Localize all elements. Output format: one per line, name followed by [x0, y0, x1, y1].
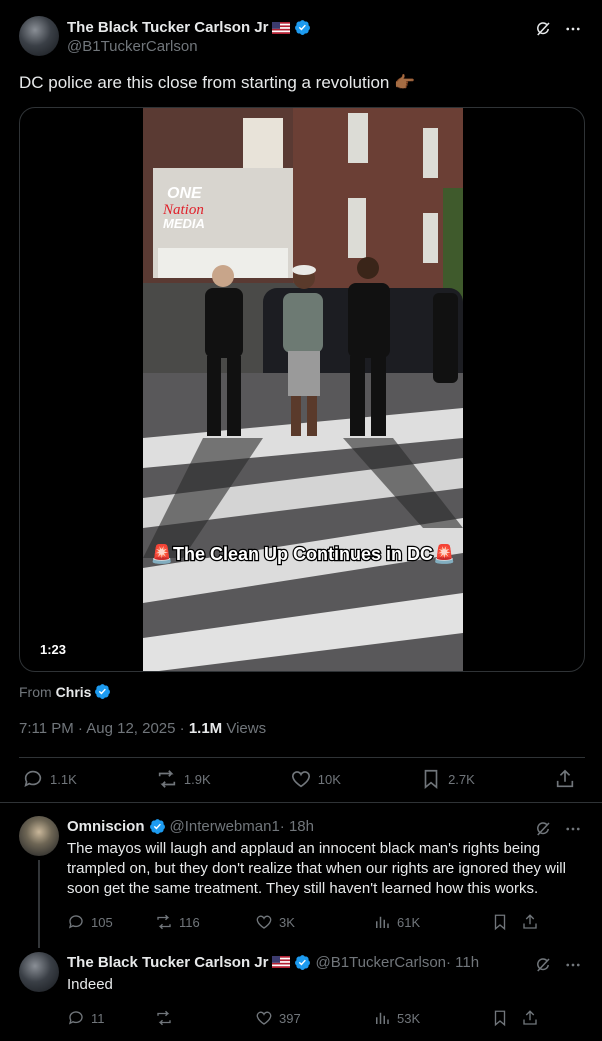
reply-button[interactable]: 11	[67, 1009, 155, 1027]
reply-button[interactable]: 1.1K	[22, 768, 77, 790]
repost-count: 116	[179, 914, 200, 930]
reply-header: The Black Tucker Carlson Jr @B1TuckerCar…	[67, 952, 587, 972]
reply-count: 11	[91, 1010, 105, 1026]
bookmark-icon[interactable]	[489, 911, 511, 933]
author-handle[interactable]: @B1TuckerCarlson	[315, 954, 446, 971]
reply-actions: 11 397 53K	[67, 1007, 587, 1029]
main-tweet: The Black Tucker Carlson Jr @B1TuckerCar…	[0, 0, 602, 803]
bookmark-button[interactable]: 2.7K	[420, 768, 475, 790]
avatar[interactable]	[19, 952, 59, 992]
like-count: 10K	[317, 771, 341, 787]
heart-icon	[255, 913, 279, 931]
reply-text: The mayos will laugh and applaud an inno…	[67, 840, 566, 897]
bookmark-icon	[420, 768, 448, 790]
reply-text: Indeed	[67, 976, 113, 993]
bookmark-count: 2.7K	[448, 771, 475, 787]
share-button[interactable]	[554, 768, 582, 790]
tweet-text: DC police are this close from starting a…	[19, 73, 416, 92]
us-flag-icon	[272, 956, 291, 968]
reply-count: 105	[91, 914, 113, 930]
video-frame[interactable]: ONE Nation MEDIA 🚨The Clean Up Continues…	[143, 108, 463, 671]
repost-button[interactable]: 1.9K	[156, 768, 211, 790]
repost-icon	[156, 768, 184, 790]
divider	[19, 757, 585, 758]
views-icon	[373, 913, 397, 931]
share-icon[interactable]	[519, 1007, 541, 1029]
tweet-header: The Black Tucker Carlson Jr @B1TuckerCar…	[19, 16, 311, 56]
verified-badge-icon	[94, 683, 111, 700]
repost-button[interactable]: 116	[155, 913, 255, 931]
like-button[interactable]: 10K	[290, 768, 341, 790]
reply-button[interactable]: 105	[67, 913, 155, 931]
views-label: Views	[222, 720, 267, 737]
share-icon[interactable]	[519, 911, 541, 933]
views-count: 61K	[397, 914, 421, 930]
verified-badge-icon[interactable]	[149, 818, 166, 835]
bookmark-icon[interactable]	[489, 1007, 511, 1029]
views-count: 53K	[397, 1010, 421, 1026]
from-attribution: From Chris	[19, 683, 111, 700]
us-flag-icon	[272, 21, 291, 34]
reply-icon	[67, 913, 91, 931]
share-icon	[554, 768, 582, 790]
watermark-line-1: ONE	[167, 185, 203, 202]
repost-icon	[155, 913, 179, 931]
author-name[interactable]: Omniscion	[67, 818, 145, 835]
avatar[interactable]	[19, 16, 59, 56]
views-count: 1.1M	[188, 720, 223, 737]
thread-line	[38, 860, 40, 948]
from-name[interactable]: Chris	[56, 684, 92, 700]
divider	[0, 802, 602, 803]
heart-icon	[290, 768, 318, 790]
reply-age[interactable]: · 11h	[446, 954, 479, 971]
reply-count: 1.1K	[50, 771, 77, 787]
author-handle[interactable]: @Interwebman1	[170, 818, 280, 835]
tweet-meta: 7:11 PM · Aug 12, 2025 · 1.1M Views	[19, 720, 266, 737]
verified-badge-icon[interactable]	[294, 19, 311, 36]
reply-icon	[22, 768, 50, 790]
repost-icon	[155, 1009, 179, 1027]
verified-badge-icon[interactable]	[294, 954, 311, 971]
tweet-actions: 1.1K 1.9K 10K 2.7K	[22, 768, 582, 790]
more-options-icon[interactable]	[562, 18, 584, 40]
reply-header: Omniscion @Interwebman1 · 18h	[67, 816, 587, 836]
repost-count: 1.9K	[183, 771, 211, 787]
author-name[interactable]: The Black Tucker Carlson Jr	[67, 19, 268, 36]
views-button[interactable]: 53K	[373, 1009, 489, 1027]
video-player[interactable]: ONE Nation MEDIA 🚨The Clean Up Continues…	[19, 107, 585, 672]
from-label: From	[19, 683, 52, 700]
like-count: 3K	[279, 914, 295, 930]
heart-icon	[255, 1009, 279, 1027]
avatar[interactable]	[19, 816, 59, 856]
author-name[interactable]: The Black Tucker Carlson Jr	[67, 954, 268, 971]
tweet-top-actions	[532, 18, 584, 40]
timestamp[interactable]: 7:11 PM · Aug 12, 2025 ·	[19, 720, 189, 737]
like-button[interactable]: 3K	[255, 913, 373, 931]
grok-icon[interactable]	[532, 18, 554, 40]
like-count: 397	[279, 1010, 301, 1026]
repost-button[interactable]	[155, 1009, 255, 1027]
like-button[interactable]: 397	[255, 1009, 373, 1027]
reply-actions: 105 116 3K 61K	[67, 911, 587, 933]
reply-icon	[67, 1009, 91, 1027]
video-duration: 1:23	[32, 640, 75, 659]
views-icon	[373, 1009, 397, 1027]
views-button[interactable]: 61K	[373, 913, 489, 931]
author-handle[interactable]: @B1TuckerCarlson	[67, 38, 311, 55]
watermark-line-3: MEDIA	[163, 216, 205, 231]
video-caption: 🚨The Clean Up Continues in DC🚨	[151, 543, 456, 564]
reply-age[interactable]: · 18h	[280, 818, 314, 835]
